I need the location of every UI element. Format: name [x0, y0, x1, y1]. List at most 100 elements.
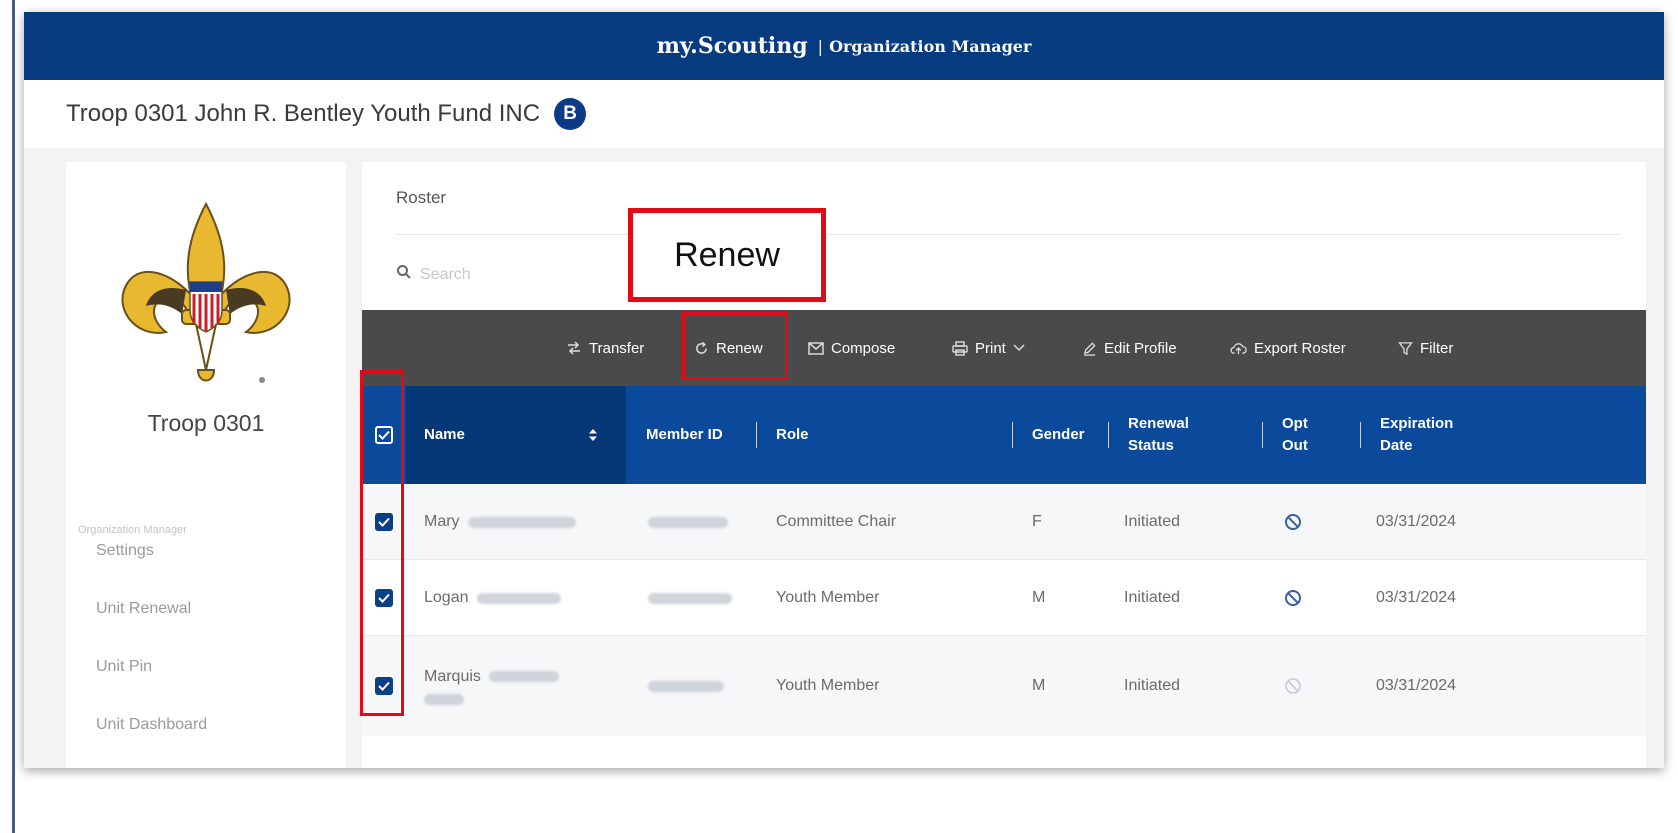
column-header-name[interactable]: Name	[424, 386, 465, 484]
opt-out-line-2: Out	[1282, 437, 1308, 454]
cloud-upload-icon	[1230, 342, 1247, 355]
member-first-name: Logan	[424, 589, 469, 606]
redacted-member-id	[648, 680, 724, 692]
column-divider	[1012, 422, 1013, 448]
column-divider	[1262, 422, 1263, 448]
renewal-status-line-1: Renewal	[1128, 414, 1189, 432]
app-window: my.Scouting | Organization Manager Troop…	[24, 12, 1664, 768]
brand-logo-text[interactable]: my.Scouting	[657, 33, 808, 59]
filter-label: Filter	[1420, 339, 1454, 357]
member-gender: M	[1032, 677, 1046, 694]
sidebar-item-unit-renewal[interactable]: Unit Renewal	[96, 600, 191, 618]
compose-label: Compose	[831, 339, 896, 357]
member-id	[648, 484, 728, 560]
fleur-de-lis-logo-icon	[116, 198, 296, 403]
module-name: Organization Manager	[829, 36, 1032, 56]
renew-button-highlight	[682, 312, 788, 380]
export-roster-button[interactable]: Export Roster	[1230, 310, 1346, 386]
opt-out-icon[interactable]	[1284, 560, 1302, 636]
member-gender: M	[1032, 589, 1046, 606]
search-icon	[396, 264, 412, 285]
sidebar-item-unit-dashboard[interactable]: Unit Dashboard	[96, 716, 207, 734]
roster-title: Roster	[396, 188, 447, 207]
member-id	[648, 636, 724, 736]
opt-out-line-1: Opt	[1282, 414, 1308, 432]
org-type-badge[interactable]: B	[554, 98, 587, 130]
top-navigation-bar: my.Scouting | Organization Manager	[24, 12, 1664, 80]
roster-table-header: Name Member ID Role Gender Renewal Status…	[362, 386, 1646, 484]
member-first-name: Mary	[424, 513, 460, 530]
table-row[interactable]: Logan Youth Member M Initiated 03/31/202…	[362, 560, 1646, 636]
member-name[interactable]: Mary	[424, 484, 576, 560]
transfer-label: Transfer	[589, 339, 645, 357]
column-header-gender[interactable]: Gender	[1032, 386, 1085, 484]
export-roster-label: Export Roster	[1254, 339, 1346, 357]
edit-profile-button[interactable]: Edit Profile	[1082, 310, 1177, 386]
document-left-rule	[12, 0, 15, 833]
unit-name: Troop 0301	[147, 410, 265, 436]
redacted-member-id	[648, 516, 728, 528]
printer-icon	[952, 340, 968, 356]
member-role: Youth Member	[776, 589, 880, 606]
member-name[interactable]: Logan	[424, 560, 561, 636]
opt-out-icon[interactable]	[1284, 636, 1302, 736]
chevron-down-icon	[1013, 344, 1025, 352]
expiration-line-1: Expiration	[1380, 414, 1454, 432]
sidebar: Troop 0301 Organization Manager Settings…	[66, 162, 346, 768]
envelope-icon	[808, 341, 824, 355]
redacted-last-name	[467, 516, 576, 528]
sidebar-item-unit-pin[interactable]: Unit Pin	[96, 658, 152, 676]
title-divider	[396, 234, 1620, 235]
filter-button[interactable]: Filter	[1398, 310, 1453, 386]
redacted-last-name	[476, 592, 561, 604]
org-title-bar: Troop 0301 John R. Bentley Youth Fund IN…	[24, 80, 1664, 148]
renewal-status: Initiated	[1124, 677, 1181, 694]
member-id	[648, 560, 732, 636]
column-header-renewal-status[interactable]: Renewal Status	[1128, 386, 1189, 484]
filter-icon	[1398, 341, 1413, 356]
expiration-line-2: Date	[1380, 437, 1413, 454]
member-role: Youth Member	[776, 677, 880, 694]
column-header-expiration-date[interactable]: Expiration Date	[1380, 386, 1453, 484]
expiration-date: 03/31/2024	[1376, 589, 1457, 606]
column-header-member-id[interactable]: Member ID	[646, 386, 723, 484]
brand-separator: |	[817, 36, 824, 56]
transfer-button[interactable]: Transfer	[566, 310, 644, 386]
renewal-status: Initiated	[1124, 589, 1181, 606]
transfer-icon	[566, 341, 582, 355]
member-first-name: Marquis	[424, 667, 481, 685]
renewal-status: Initiated	[1124, 513, 1181, 530]
member-gender: F	[1032, 513, 1042, 530]
column-header-opt-out[interactable]: Opt Out	[1282, 386, 1308, 484]
column-divider	[756, 422, 757, 448]
column-divider	[1108, 422, 1109, 448]
checkbox-column-highlight	[360, 370, 404, 716]
print-dropdown[interactable]: Print	[952, 310, 1025, 386]
expiration-date: 03/31/2024	[1376, 513, 1457, 530]
print-label: Print	[975, 339, 1006, 357]
organization-title: Troop 0301 John R. Bentley Youth Fund IN…	[66, 100, 541, 127]
column-divider	[1360, 422, 1361, 448]
table-row[interactable]: Marquis Youth Member M Initiated 03/31/2…	[362, 636, 1646, 736]
search-placeholder: Search	[420, 265, 471, 283]
sidebar-item-settings[interactable]: Settings	[96, 542, 154, 560]
roster-panel: Roster Search Transfer Renew Compose Pri…	[362, 162, 1646, 768]
pencil-icon	[1082, 341, 1097, 356]
renew-callout: Renew	[628, 208, 826, 302]
renewal-status-line-2: Status	[1128, 437, 1174, 454]
column-header-role[interactable]: Role	[776, 386, 809, 484]
member-role: Committee Chair	[776, 513, 897, 530]
opt-out-icon[interactable]	[1284, 484, 1302, 560]
expiration-date: 03/31/2024	[1376, 677, 1457, 694]
member-name[interactable]: Marquis	[424, 636, 559, 736]
redacted-name-suffix	[424, 693, 464, 705]
search-input[interactable]: Search	[396, 264, 471, 285]
redacted-member-id	[648, 592, 732, 604]
sort-icon[interactable]	[588, 386, 598, 484]
compose-button[interactable]: Compose	[808, 310, 895, 386]
roster-action-toolbar: Transfer Renew Compose Print Edit Profil…	[362, 310, 1646, 386]
edit-profile-label: Edit Profile	[1104, 339, 1177, 357]
sidebar-section-heading: Organization Manager	[78, 524, 187, 536]
table-row[interactable]: Mary Committee Chair F Initiated 03/31/2…	[362, 484, 1646, 560]
redacted-last-name	[488, 671, 559, 682]
